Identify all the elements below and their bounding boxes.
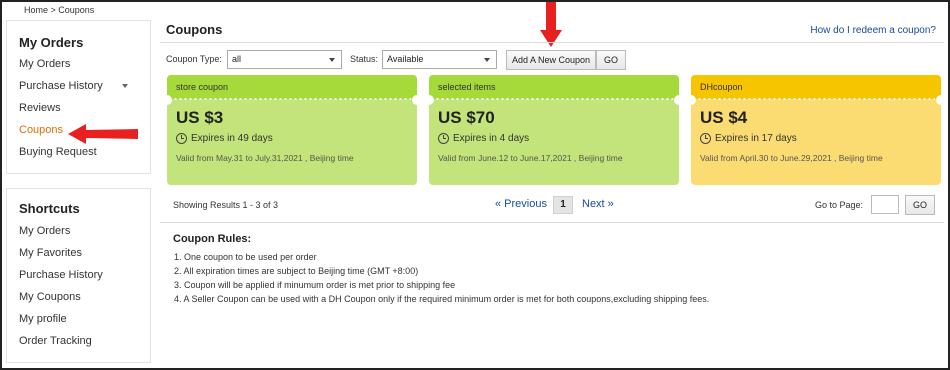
coupon-amount: US $70 [438, 108, 495, 127]
goto-page-input[interactable] [871, 195, 899, 214]
goto-page-go-button[interactable]: GO [905, 195, 935, 215]
rule-item: 3. Coupon will be applied if minumum ord… [174, 280, 456, 290]
shortcut-my-orders[interactable]: My Orders [19, 225, 70, 237]
coupon-notch [162, 95, 172, 105]
coupon-expires: Expires in 17 days [715, 133, 797, 144]
coupon-notch [424, 95, 434, 105]
chevron-down-icon [329, 58, 335, 62]
coupon-expires: Expires in 4 days [453, 133, 530, 144]
coupon-amount: US $3 [176, 108, 224, 127]
rule-item: 4. A Seller Coupon can be used with a DH… [174, 294, 710, 304]
filter-go-button[interactable]: GO [596, 50, 626, 70]
redeem-help-link[interactable]: How do I redeem a coupon? [810, 25, 936, 36]
clock-icon [176, 133, 187, 144]
status-value: Available [387, 54, 424, 64]
coupon-type-label: Coupon Type: [166, 54, 222, 64]
sidebar-item-buying-request[interactable]: Buying Request [19, 146, 97, 158]
coupon-rules-title: Coupon Rules: [173, 233, 252, 245]
sidebar-item-my-orders[interactable]: My Orders [19, 58, 70, 70]
coupon-notch [674, 95, 684, 105]
page-title: Coupons [166, 22, 223, 37]
sidebar-shortcuts-panel: Shortcuts My Orders My Favorites Purchas… [6, 188, 151, 363]
sidebar-orders-panel: My Orders My Orders Purchase History Rev… [6, 20, 151, 174]
rule-item: 1. One coupon to be used per order [174, 252, 317, 262]
coupon-card[interactable]: selected items US $70 Expires in 4 days … [424, 75, 684, 185]
add-new-coupon-button[interactable]: Add A New Coupon [506, 50, 596, 70]
sidebar-shortcuts-title: Shortcuts [19, 201, 80, 216]
coupon-validity: Valid from May.31 to July.31,2021 , Beij… [176, 153, 354, 163]
results-count: Showing Results 1 - 3 of 3 [173, 200, 279, 210]
shortcut-order-tracking[interactable]: Order Tracking [19, 335, 92, 347]
coupon-amount: US $4 [700, 108, 748, 127]
coupon-validity: Valid from April.30 to June.29,2021 , Be… [700, 153, 883, 163]
coupon-expires: Expires in 49 days [191, 133, 273, 144]
divider [160, 222, 944, 223]
coupon-validity: Valid from June.12 to June.17,2021 , Bei… [438, 153, 623, 163]
coupon-type-header: DHcoupon [691, 75, 941, 99]
shortcut-my-profile[interactable]: My profile [19, 313, 67, 325]
shortcut-purchase-history[interactable]: Purchase History [19, 269, 103, 281]
coupon-notch [936, 95, 946, 105]
coupon-perforation [435, 98, 673, 100]
shortcut-my-favorites[interactable]: My Favorites [19, 247, 82, 259]
status-label: Status: [350, 54, 379, 64]
clock-icon [438, 133, 449, 144]
coupon-notch [686, 95, 696, 105]
coupon-perforation [697, 98, 935, 100]
current-page[interactable]: 1 [553, 196, 573, 214]
coupon-type-header: store coupon [167, 75, 417, 99]
annotation-arrow-left-icon [68, 124, 138, 144]
breadcrumb: Home > Coupons [24, 5, 95, 15]
status-select[interactable]: Available [382, 50, 497, 69]
coupon-perforation [173, 98, 411, 100]
next-page-link[interactable]: Next » [582, 198, 614, 210]
coupon-card[interactable]: DHcoupon US $4 Expires in 17 days Valid … [686, 75, 946, 185]
divider [160, 42, 944, 43]
coupon-notch [412, 95, 422, 105]
clock-icon [700, 133, 711, 144]
coupon-card[interactable]: store coupon US $3 Expires in 49 days Va… [162, 75, 422, 185]
sidebar-item-purchase-history[interactable]: Purchase History [19, 80, 103, 92]
sidebar-item-reviews[interactable]: Reviews [19, 102, 61, 114]
goto-page-label: Go to Page: [815, 200, 864, 210]
chevron-down-icon[interactable] [122, 84, 128, 88]
coupon-type-value: all [232, 54, 242, 64]
sidebar-item-coupons[interactable]: Coupons [19, 124, 63, 136]
sidebar-orders-title: My Orders [19, 35, 84, 50]
rule-item: 2. All expiration times are subject to B… [174, 266, 419, 276]
coupon-type-select[interactable]: all [227, 50, 342, 69]
chevron-down-icon [484, 58, 490, 62]
previous-page-link[interactable]: « Previous [495, 198, 547, 210]
shortcut-my-coupons[interactable]: My Coupons [19, 291, 81, 303]
coupon-type-header: selected items [429, 75, 679, 99]
